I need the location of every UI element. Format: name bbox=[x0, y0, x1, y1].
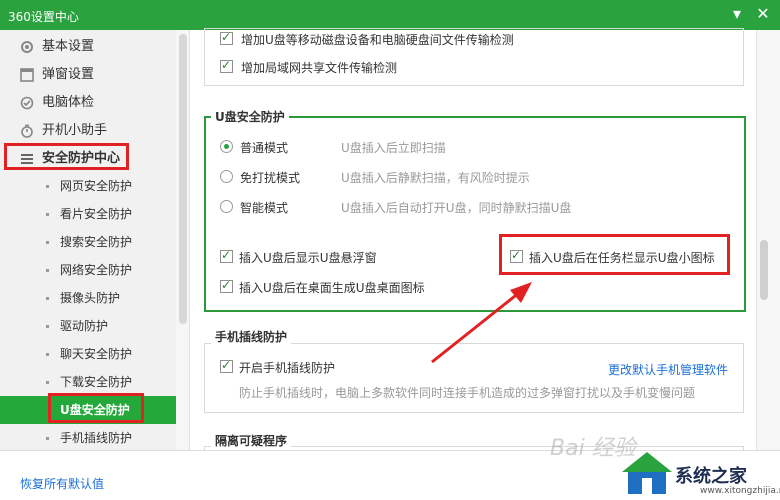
normal-mode-radio[interactable] bbox=[220, 140, 233, 153]
usb-float-window-label: 插入U盘后显示U盘悬浮窗 bbox=[239, 251, 377, 265]
usb-desktop-icon-checkbox[interactable] bbox=[220, 278, 233, 293]
bullet-icon bbox=[46, 297, 49, 300]
usb-transfer-checkbox[interactable] bbox=[220, 30, 233, 45]
quiet-mode-desc: U盘插入后静默扫描，有风险时提示 bbox=[341, 171, 530, 185]
restore-defaults-link[interactable]: 恢复所有默认值 bbox=[20, 475, 104, 492]
timer-icon bbox=[21, 124, 33, 138]
main-scrollbar-thumb[interactable] bbox=[760, 240, 768, 300]
window-icon bbox=[20, 68, 34, 82]
quiet-mode-radio[interactable] bbox=[220, 170, 233, 183]
sidebar-subitem-chat[interactable]: 聊天安全防护 bbox=[0, 342, 176, 366]
smart-mode-desc: U盘插入后自动打开U盘，同时静默扫描U盘 bbox=[341, 201, 572, 215]
normal-mode-label: 普通模式 bbox=[240, 141, 289, 155]
title-bar: 360设置中心 ▾ ✕ bbox=[0, 0, 780, 30]
sidebar-item-checkup[interactable]: 电脑体检 bbox=[0, 90, 176, 116]
sidebar-subitem-phone[interactable]: 手机插线防护 bbox=[0, 426, 176, 450]
lan-transfer-label: 增加局域网共享文件传输检测 bbox=[241, 61, 398, 75]
main-scrollbar-track[interactable] bbox=[756, 30, 780, 450]
sidebar-item-startup-helper[interactable]: 开机小助手 bbox=[0, 118, 176, 144]
sidebar-item-popup[interactable]: 弹窗设置 bbox=[0, 62, 176, 88]
sidebar-item-label: 电脑体检 bbox=[42, 95, 95, 110]
sidebar-item-security-center[interactable]: 安全防护中心 bbox=[0, 146, 176, 172]
subitem-label: 摄像头防护 bbox=[60, 291, 121, 305]
usb-float-window-checkbox[interactable] bbox=[220, 248, 233, 263]
annotation-arrow-icon bbox=[431, 282, 532, 364]
bullet-icon bbox=[46, 437, 49, 440]
sidebar-item-label: 弹窗设置 bbox=[42, 67, 95, 82]
sidebar: 基本设置 弹窗设置 电脑体检 开机小助手 安全防护中心 网页安全防护 看片安全防… bbox=[0, 30, 178, 450]
bullet-icon bbox=[46, 213, 49, 216]
bullet-icon bbox=[46, 185, 49, 188]
close-button[interactable]: ✕ bbox=[752, 3, 774, 25]
sidebar-scrollbar[interactable] bbox=[179, 34, 187, 324]
lan-transfer-checkbox[interactable] bbox=[220, 58, 233, 73]
sidebar-subitem-usb[interactable]: U盘安全防护 bbox=[0, 396, 176, 424]
minimize-button[interactable]: ▾ bbox=[726, 3, 748, 25]
sidebar-subitem-driver[interactable]: 驱动防护 bbox=[0, 314, 176, 338]
phone-protection-label: 开启手机插线防护 bbox=[239, 361, 336, 375]
bottom-bar: 恢复所有默认值 bbox=[0, 450, 780, 500]
bullet-icon bbox=[46, 325, 49, 328]
sidebar-item-label: 安全防护中心 bbox=[42, 151, 121, 166]
usb-taskbar-icon-label: 插入U盘后在任务栏显示U盘小图标 bbox=[529, 251, 715, 265]
subitem-label: U盘安全防护 bbox=[60, 403, 130, 417]
gear-icon bbox=[21, 41, 33, 53]
bullet-icon bbox=[46, 241, 49, 244]
subitem-label: 网页安全防护 bbox=[60, 179, 133, 193]
sidebar-subitem-search[interactable]: 搜索安全防护 bbox=[0, 230, 176, 254]
subitem-label: 聊天安全防护 bbox=[60, 347, 133, 361]
normal-mode-desc: U盘插入后立即扫描 bbox=[341, 141, 446, 155]
list-icon bbox=[21, 154, 33, 164]
bullet-icon bbox=[46, 269, 49, 272]
subitem-label: 手机插线防护 bbox=[60, 431, 133, 445]
sidebar-subitem-download[interactable]: 下载安全防护 bbox=[0, 370, 176, 394]
subitem-label: 搜索安全防护 bbox=[60, 235, 133, 249]
bullet-icon bbox=[46, 381, 49, 384]
sidebar-subitem-video[interactable]: 看片安全防护 bbox=[0, 202, 176, 226]
smart-mode-label: 智能模式 bbox=[240, 201, 289, 215]
isolation-section-title: 隔离可疑程序 bbox=[211, 432, 292, 449]
subitem-label: 网络安全防护 bbox=[60, 263, 133, 277]
bullet-icon bbox=[46, 407, 49, 410]
main-panel: 增加U盘等移动磁盘设备和电脑硬盘间文件传输检测 增加局域网共享文件传输检测 U盘… bbox=[191, 28, 756, 466]
subitem-label: 驱动防护 bbox=[60, 319, 109, 333]
sidebar-subitem-network[interactable]: 网络安全防护 bbox=[0, 258, 176, 282]
phone-protection-checkbox[interactable] bbox=[220, 358, 233, 373]
phone-protection-desc: 防止手机插线时，电脑上多款软件同时连接手机造成的过多弹窗打扰以及手机变慢问题 bbox=[239, 386, 696, 400]
sidebar-subitem-web[interactable]: 网页安全防护 bbox=[0, 174, 176, 198]
usb-desktop-icon-label: 插入U盘后在桌面生成U盘桌面图标 bbox=[239, 281, 425, 295]
quiet-mode-label: 免打扰模式 bbox=[240, 171, 301, 185]
window-title: 360设置中心 bbox=[8, 10, 79, 24]
sidebar-item-label: 基本设置 bbox=[42, 39, 95, 54]
change-phone-manager-link[interactable]: 更改默认手机管理软件 bbox=[608, 361, 728, 378]
usb-section-title: U盘安全防护 bbox=[211, 108, 289, 125]
sidebar-item-basic[interactable]: 基本设置 bbox=[0, 34, 176, 60]
usb-transfer-label: 增加U盘等移动磁盘设备和电脑硬盘间文件传输检测 bbox=[241, 33, 514, 47]
sidebar-item-label: 开机小助手 bbox=[42, 123, 108, 138]
phone-section-title: 手机插线防护 bbox=[211, 328, 292, 345]
subitem-label: 下载安全防护 bbox=[60, 375, 133, 389]
bullet-icon bbox=[46, 353, 49, 356]
smart-mode-radio[interactable] bbox=[220, 200, 233, 213]
sidebar-subitem-camera[interactable]: 摄像头防护 bbox=[0, 286, 176, 310]
usb-taskbar-icon-checkbox[interactable] bbox=[510, 248, 523, 263]
subitem-label: 看片安全防护 bbox=[60, 207, 133, 221]
checkup-icon bbox=[20, 96, 34, 110]
